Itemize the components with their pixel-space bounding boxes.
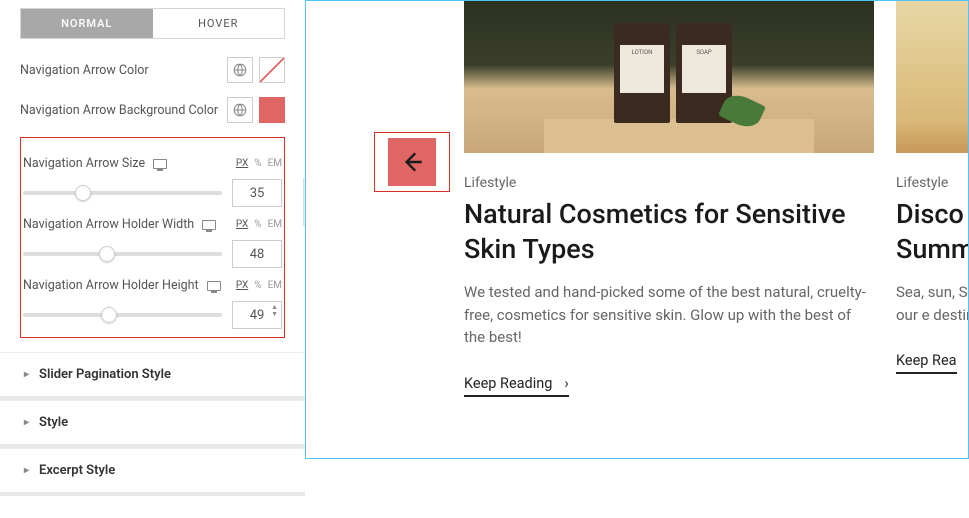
caret-icon: ▸ <box>24 465 29 476</box>
card-category[interactable]: Lifestyle <box>464 175 874 191</box>
slider-holder-width[interactable] <box>23 252 222 256</box>
slider-card: LOTION SOAP Lifestyle Natural Cosmetics … <box>464 0 874 397</box>
keep-reading-link[interactable]: Keep Rea <box>896 352 957 374</box>
row-arrow-bg-color: Navigation Arrow Background Color <box>20 97 285 123</box>
card-category[interactable]: Lifestyle <box>896 175 969 191</box>
label-arrow-bg: Navigation Arrow Background Color <box>20 103 218 118</box>
nav-arrow-prev[interactable] <box>388 138 436 186</box>
card-image <box>896 0 969 153</box>
label-arrow-color: Navigation Arrow Color <box>20 63 149 78</box>
label-arrow-size: Navigation Arrow Size <box>23 156 145 171</box>
input-holder-width[interactable]: 48 <box>232 240 282 268</box>
card-description: We tested and hand-picked some of the be… <box>464 281 874 349</box>
label-holder-width: Navigation Arrow Holder Width <box>23 217 194 232</box>
globe-icon[interactable] <box>227 97 253 123</box>
tab-hover[interactable]: HOVER <box>153 9 285 38</box>
accordion-excerpt-style[interactable]: ▸Excerpt Style <box>0 448 305 496</box>
input-holder-height[interactable]: 49▲▼ <box>232 301 282 329</box>
slider-arrow-size[interactable] <box>23 191 222 195</box>
input-arrow-size[interactable]: 35 <box>232 179 282 207</box>
state-tabs: NORMAL HOVER <box>20 8 285 39</box>
unit-selector[interactable]: PX%EM <box>236 219 282 230</box>
card-description: Sea, sun, See our e destinati <box>896 281 969 326</box>
card-title[interactable]: Disco Summ <box>896 197 969 267</box>
responsive-icon[interactable] <box>153 159 167 169</box>
caret-icon: ▸ <box>24 369 29 380</box>
tab-normal[interactable]: NORMAL <box>21 9 153 38</box>
slider-card: Lifestyle Disco Summ Sea, sun, See our e… <box>896 0 969 374</box>
globe-icon[interactable] <box>227 57 253 83</box>
caret-icon: ▸ <box>24 417 29 428</box>
chevron-right-icon: › <box>564 375 568 392</box>
stepper-icon[interactable]: ▲▼ <box>271 304 278 318</box>
unit-selector[interactable]: PX%EM <box>236 280 282 291</box>
nav-arrow-prev-highlight <box>374 132 450 192</box>
responsive-icon[interactable] <box>202 220 216 230</box>
responsive-icon[interactable] <box>207 281 221 291</box>
color-swatch-none[interactable] <box>259 57 285 83</box>
slider-holder-height[interactable] <box>23 313 222 317</box>
accordion-style[interactable]: ▸Style <box>0 400 305 448</box>
highlighted-controls: Navigation Arrow Size PX%EM 35 Navigatio… <box>20 137 285 338</box>
preview-canvas: LOTION SOAP Lifestyle Natural Cosmetics … <box>305 0 969 459</box>
card-image: LOTION SOAP <box>464 0 874 153</box>
accordion-pagination-style[interactable]: ▸Slider Pagination Style <box>0 352 305 400</box>
row-arrow-color: Navigation Arrow Color <box>20 57 285 83</box>
keep-reading-link[interactable]: Keep Reading› <box>464 375 569 397</box>
color-swatch-bg[interactable] <box>259 97 285 123</box>
card-title[interactable]: Natural Cosmetics for Sensitive Skin Typ… <box>464 197 874 267</box>
style-sidebar: NORMAL HOVER Navigation Arrow Color Navi… <box>0 0 305 518</box>
label-holder-height: Navigation Arrow Holder Height <box>23 278 199 293</box>
unit-selector[interactable]: PX%EM <box>236 158 282 169</box>
